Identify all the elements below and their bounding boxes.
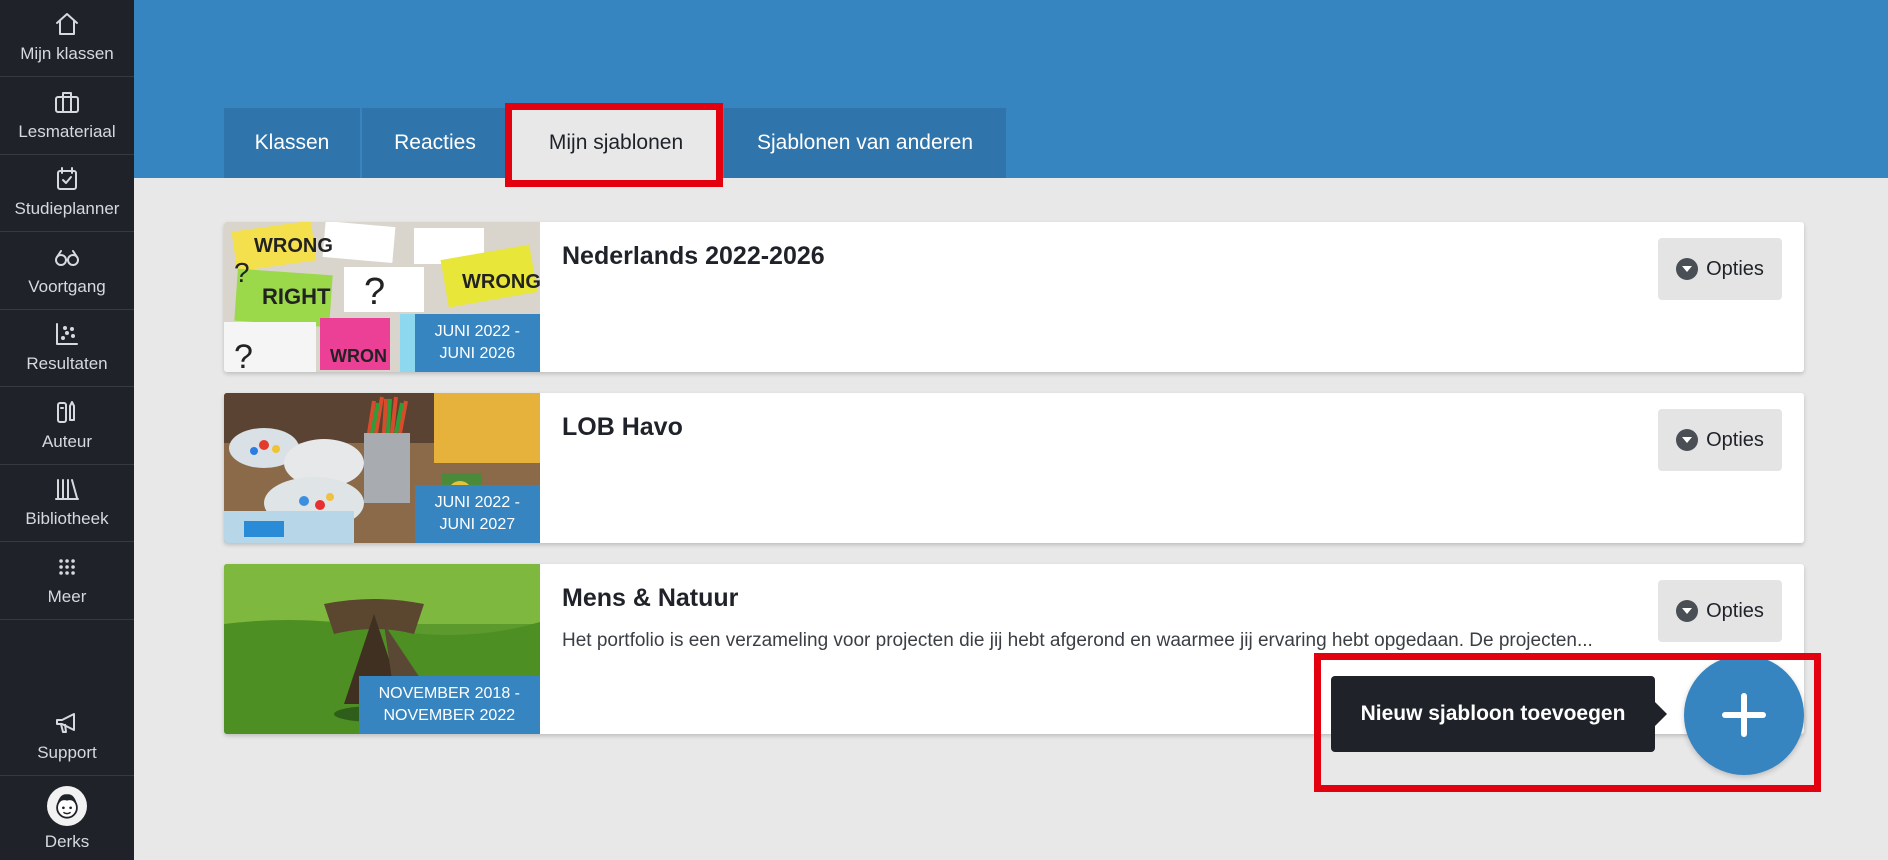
sidebar: Mijn klassen Lesmateriaal Studieplanner … [0,0,134,860]
sidebar-item-label: Voortgang [28,277,106,296]
chevron-down-icon [1676,429,1699,451]
tab-klassen[interactable]: Klassen [224,108,360,178]
sidebar-item-meer[interactable]: Meer [0,543,134,620]
sidebar-item-lesmateriaal[interactable]: Lesmateriaal [0,78,134,155]
megaphone-icon [51,707,83,739]
options-button[interactable]: Opties [1658,580,1782,642]
sidebar-item-voortgang[interactable]: Voortgang [0,233,134,310]
svg-text:?: ? [234,338,253,372]
options-button[interactable]: Opties [1658,409,1782,471]
add-template-tooltip: Nieuw sjabloon toevoegen [1331,676,1667,752]
avatar [47,786,87,826]
chevron-down-icon [1676,258,1699,280]
date-end: JUNI 2027 [439,516,516,533]
date-end: JUNI 2026 [439,345,516,362]
sidebar-item-label: Auteur [41,432,93,451]
pencil-book-icon [51,396,83,428]
sidebar-item-mijn-klassen[interactable]: Mijn klassen [0,0,134,77]
briefcase-icon [51,86,83,118]
sidebar-item-label: Bibliotheek [25,509,109,528]
books-icon [51,473,83,505]
sidebar-item-studieplanner[interactable]: Studieplanner [0,155,134,232]
template-title[interactable]: LOB Havo [562,413,683,442]
calendar-check-icon [51,163,83,195]
date-badge: NOVEMBER 2018 - NOVEMBER 2022 [358,676,540,734]
tab-mijn-sjablonen[interactable]: Mijn sjablonen [510,108,722,178]
template-title[interactable]: Nederlands 2022-2026 [562,242,825,271]
add-template-button[interactable] [1684,655,1804,775]
sidebar-item-label: Lesmateriaal [18,122,116,141]
home-icon [51,8,83,40]
template-thumbnail: JUNI 2022 - JUNI 2027 [224,393,540,543]
template-title[interactable]: Mens & Natuur [562,584,738,613]
options-label: Opties [1706,428,1764,451]
scatter-chart-icon [51,318,83,350]
grid-icon [51,551,83,583]
tab-bar: Klassen Reacties Mijn sjablonen Sjablone… [224,108,1008,178]
plus-icon-vertical [1741,693,1747,737]
sidebar-item-label: Support [37,743,97,762]
date-badge: JUNI 2022 - JUNI 2026 [414,314,540,372]
template-thumbnail: WRONG RIGHT WRONG ? ? WRON ? JUNI 2022 -… [224,222,540,372]
sidebar-item-label: Mijn klassen [20,44,114,63]
template-card[interactable]: WRONG RIGHT WRONG ? ? WRON ? JUNI 2022 -… [224,222,1804,372]
svg-text:WRONG: WRONG [462,271,540,293]
svg-text:?: ? [234,257,250,288]
sidebar-item-label: Resultaten [26,354,108,373]
sidebar-item-auteur[interactable]: Auteur [0,388,134,465]
date-end: NOVEMBER 2022 [383,707,516,724]
sidebar-item-label: Derks [44,832,90,851]
options-label: Opties [1706,599,1764,622]
sidebar-item-user[interactable]: Derks [0,778,134,860]
svg-text:WRONG: WRONG [254,235,333,257]
svg-text:WRON: WRON [330,346,387,366]
glasses-icon [51,241,83,273]
template-thumbnail: NOVEMBER 2018 - NOVEMBER 2022 [224,564,540,734]
tab-sjablonen-van-anderen[interactable]: Sjablonen van anderen [724,108,1006,178]
tab-reacties[interactable]: Reacties [362,108,508,178]
options-label: Opties [1706,257,1764,280]
sidebar-item-label: Meer [47,587,87,606]
sidebar-item-label: Studieplanner [14,199,120,218]
sidebar-item-resultaten[interactable]: Resultaten [0,310,134,387]
template-description: Het portfolio is een verzameling voor pr… [562,630,1593,651]
options-button[interactable]: Opties [1658,238,1782,300]
chevron-down-icon [1676,600,1699,622]
sidebar-item-support[interactable]: Support [0,700,134,776]
template-card[interactable]: JUNI 2022 - JUNI 2027 LOB Havo Opties [224,393,1804,543]
sidebar-item-bibliotheek[interactable]: Bibliotheek [0,465,134,542]
svg-text:RIGHT: RIGHT [262,284,331,309]
svg-text:?: ? [364,271,385,313]
date-start: JUNI 2022 - [434,323,520,340]
date-start: JUNI 2022 - [434,494,520,511]
date-badge: JUNI 2022 - JUNI 2027 [414,485,540,543]
date-start: NOVEMBER 2018 - [378,685,520,702]
